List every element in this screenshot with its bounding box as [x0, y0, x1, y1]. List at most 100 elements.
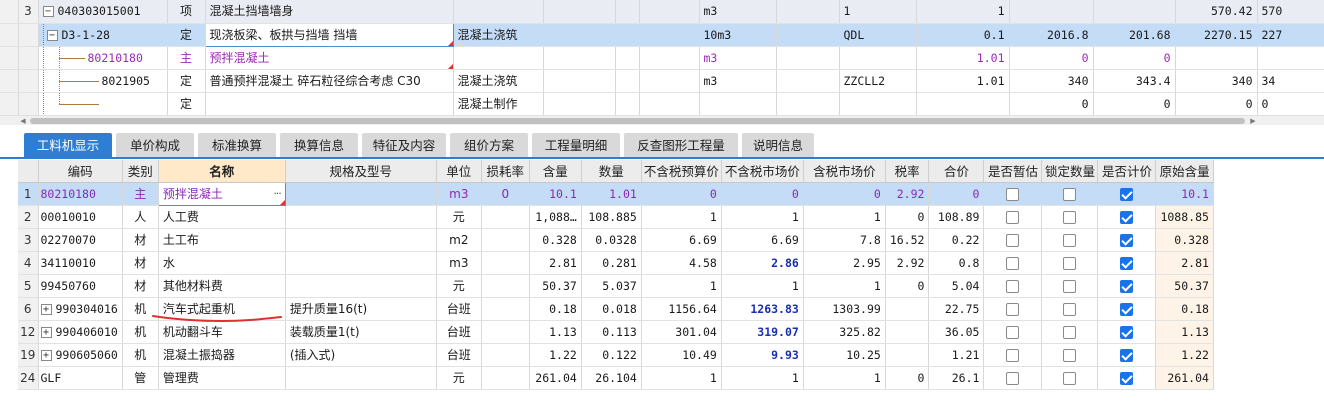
item-market-price[interactable]: 6.69 [721, 228, 804, 252]
item-tax-market-price[interactable]: 7.8 [803, 228, 886, 252]
item-market-price[interactable]: 2.86 [721, 251, 804, 275]
tab-standard-conversion[interactable]: 标准换算 [198, 133, 276, 158]
item-market-price[interactable]: 1263.83 [721, 297, 804, 321]
header-loss-rate[interactable]: 损耗率 [481, 160, 530, 183]
bill-row[interactable]: 定混凝土制作 0 0 0 0 [0, 92, 1324, 116]
is-estimate-cell[interactable] [983, 320, 1043, 344]
is-estimate-cell[interactable] [983, 366, 1043, 390]
bill-qty[interactable]: 0.1 [916, 23, 1010, 47]
table-row[interactable]: 1 80210180 主预拌混凝土 ··· m3 0 10.1 1.01 0 0 0 2.92 0 10.… [18, 181, 1214, 206]
is-priced-checkbox[interactable] [1120, 256, 1134, 270]
item-content[interactable]: 261.04 [529, 366, 582, 390]
bill-qty[interactable]: 1 [916, 0, 1010, 24]
is-priced-cell[interactable] [1097, 205, 1157, 229]
table-row[interactable]: 19 +990605060 机混凝土振捣器 (插入式) 台班 1.22 0.122 10.49… [18, 343, 1214, 367]
header-code[interactable]: 编码 [38, 160, 123, 183]
item-market-price[interactable]: 9.93 [721, 343, 804, 367]
item-market-price[interactable]: 1 [721, 205, 804, 229]
is-priced-checkbox[interactable] [1120, 187, 1134, 201]
is-priced-cell[interactable] [1097, 274, 1157, 298]
scroll-right-icon[interactable]: ▶ [1248, 116, 1258, 126]
bill-row[interactable]: 3−040303015001 项混凝土挡墙墙身 m3 1 1 570.42 570 [0, 0, 1324, 24]
table-row[interactable]: 2 00010010 人人工费元 1,088… 108.885 1 1 1 0 108.89 108… [18, 205, 1214, 229]
item-quantity[interactable]: 0.122 [581, 343, 642, 367]
header-budget-price[interactable]: 不含税预算价 [641, 160, 722, 183]
item-content[interactable]: 10.1 [529, 182, 582, 206]
item-market-price[interactable]: 1 [721, 366, 804, 390]
code-cell[interactable]: 02270070 [38, 228, 123, 252]
item-name[interactable]: 管理费 [158, 366, 286, 390]
header-lock-quantity[interactable]: 锁定数量 [1041, 160, 1099, 183]
is-estimate-checkbox[interactable] [1006, 233, 1020, 247]
bill-row[interactable]: − D3-1-28 定现浇板梁、板拱与挡墙 挡墙 混凝土浇筑 10m3 QDL 0.1 201… [0, 22, 1324, 47]
item-spec[interactable] [285, 228, 437, 252]
item-content[interactable]: 0.18 [529, 297, 582, 321]
item-name[interactable]: 汽车式起重机 [158, 297, 286, 321]
bill-row[interactable]: 80210180 主预拌混凝土 m3 1.01 0 0 [0, 46, 1324, 70]
item-market-price[interactable]: 1 [721, 274, 804, 298]
item-tax-market-price[interactable]: 0 [803, 182, 886, 206]
table-row[interactable]: 4 34110010 材水 m3 2.81 0.281 4.58 2.86 2.95 2.92 0.… [18, 251, 1214, 275]
item-quantity[interactable]: 26.104 [581, 366, 642, 390]
lock-quantity-cell[interactable] [1041, 251, 1099, 275]
lock-quantity-checkbox[interactable] [1063, 233, 1077, 247]
is-estimate-cell[interactable] [983, 182, 1043, 206]
is-estimate-cell[interactable] [983, 343, 1043, 367]
item-tax-rate[interactable] [885, 320, 930, 344]
code-cell[interactable]: 00010010 [38, 205, 123, 229]
item-quantity[interactable]: 0.113 [581, 320, 642, 344]
item-market-price[interactable]: 319.07 [721, 320, 804, 344]
header-total[interactable]: 合价 [928, 160, 985, 183]
header-is-estimate[interactable]: 是否暂估 [983, 160, 1043, 183]
item-name[interactable]: 水 [158, 251, 286, 275]
is-estimate-cell[interactable] [983, 297, 1043, 321]
lock-quantity-cell[interactable] [1041, 228, 1099, 252]
item-tax-market-price[interactable]: 1 [803, 205, 886, 229]
bill-checkbox-cell[interactable] [615, 92, 640, 116]
table-row[interactable]: 3 02270070 材土工布 m2 0.328 0.0328 6.69 6.69 7.8 16.… [18, 228, 1214, 252]
header-name[interactable]: 名称 [158, 160, 286, 183]
tab-description[interactable]: 说明信息 [742, 133, 814, 158]
scroll-left-icon[interactable]: ◀ [18, 116, 28, 126]
item-content[interactable]: 1.22 [529, 343, 582, 367]
tab-conversion-info[interactable]: 换算信息 [280, 133, 358, 158]
expand-icon[interactable]: + [40, 326, 52, 338]
item-spec[interactable] [285, 274, 437, 298]
collapse-icon[interactable]: − [46, 29, 58, 41]
item-tax-rate[interactable]: 2.92 [885, 251, 930, 275]
item-tax-rate[interactable]: 0 [885, 366, 930, 390]
more-options-icon[interactable]: ··· [273, 183, 281, 204]
bill-checkbox-cell[interactable] [615, 69, 640, 93]
tab-pricing-scheme[interactable]: 组价方案 [450, 133, 528, 158]
item-loss-rate[interactable] [481, 205, 530, 229]
header-tax-rate[interactable]: 税率 [885, 160, 930, 183]
lock-quantity-checkbox[interactable] [1063, 302, 1077, 316]
lock-quantity-cell[interactable] [1041, 182, 1099, 206]
item-loss-rate[interactable] [481, 366, 530, 390]
lock-quantity-checkbox[interactable] [1063, 210, 1077, 224]
is-priced-checkbox[interactable] [1120, 279, 1134, 293]
tab-unit-price[interactable]: 单价构成 [116, 133, 194, 158]
item-tax-market-price[interactable]: 1303.99 [803, 297, 886, 321]
item-name[interactable]: 其他材料费 [158, 274, 286, 298]
is-estimate-checkbox[interactable] [1006, 348, 1020, 362]
collapse-icon[interactable]: − [42, 6, 54, 18]
expand-icon[interactable]: + [40, 349, 52, 361]
header-content[interactable]: 含量 [529, 160, 582, 183]
item-tax-rate[interactable] [885, 297, 930, 321]
header-spec[interactable]: 规格及型号 [285, 160, 437, 183]
item-spec[interactable] [285, 366, 437, 390]
lock-quantity-cell[interactable] [1041, 343, 1099, 367]
item-market-price[interactable]: 0 [721, 182, 804, 206]
item-tax-rate[interactable]: 2.92 [885, 182, 930, 206]
bill-name[interactable]: 混凝土挡墙墙身 [205, 0, 454, 24]
header-quantity[interactable]: 数量 [581, 160, 642, 183]
code-cell[interactable]: +990406010 [38, 320, 123, 344]
tab-reverse-graphic-quantity[interactable]: 反查图形工程量 [624, 133, 738, 158]
is-priced-cell[interactable] [1097, 182, 1157, 206]
item-tax-market-price[interactable]: 1 [803, 274, 886, 298]
item-quantity[interactable]: 5.037 [581, 274, 642, 298]
item-name[interactable]: 人工费 [158, 205, 286, 229]
is-estimate-cell[interactable] [983, 205, 1043, 229]
is-estimate-cell[interactable] [983, 274, 1043, 298]
